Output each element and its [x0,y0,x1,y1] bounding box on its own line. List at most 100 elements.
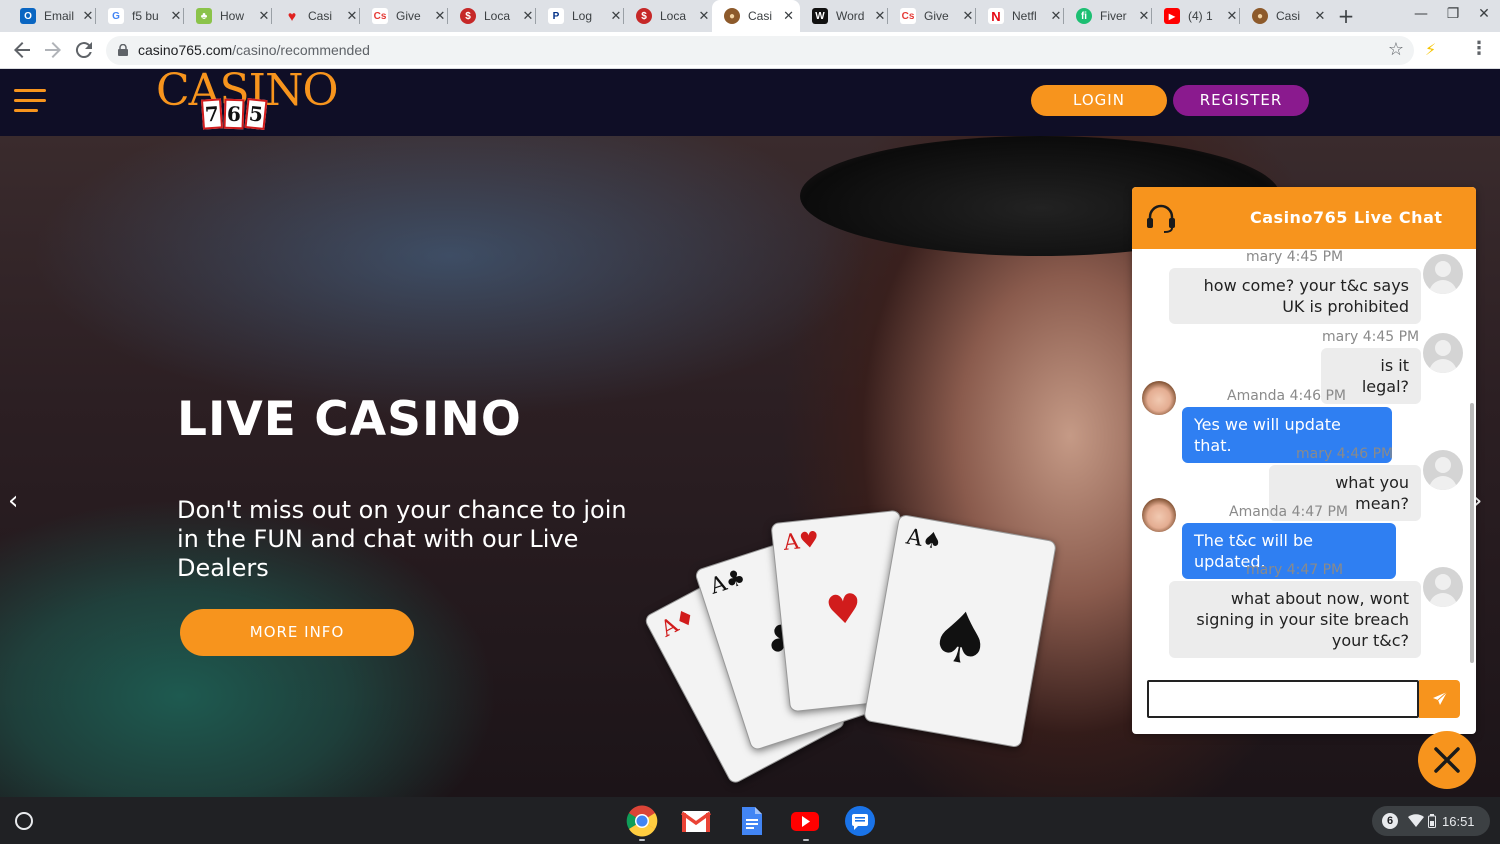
docs-icon[interactable] [735,805,767,837]
message-meta: mary 4:46 PM [1296,446,1394,462]
tab-casi-2[interactable]: ● Casi ✕ [1240,0,1332,32]
close-icon[interactable]: ✕ [698,9,710,24]
user-message: what about now, wont signing in your sit… [1169,581,1421,658]
address-bar[interactable]: casino765.com/casino/recommended ☆ [106,36,1414,65]
more-info-button[interactable]: MORE INFO [180,609,414,656]
close-icon[interactable]: ✕ [962,9,974,24]
logo-digit: 6 [223,98,245,130]
tab-give-2[interactable]: Cs Give ✕ [888,0,980,32]
logo-digits: 7 6 5 [200,98,268,130]
close-icon[interactable]: ✕ [434,9,446,24]
tab-title: How [220,9,245,23]
close-icon[interactable]: ✕ [1050,9,1062,24]
new-tab-button[interactable]: + [1334,4,1358,28]
close-icon[interactable]: ✕ [258,9,270,24]
netflix-icon: N [988,8,1004,24]
tab-youtube[interactable]: ▶ (4) 1 ✕ [1152,0,1244,32]
tab-word[interactable]: W Word ✕ [800,0,892,32]
reload-button[interactable] [72,38,96,62]
message-meta: Amanda 4:46 PM [1227,388,1347,404]
close-icon[interactable]: ✕ [522,9,534,24]
fiverr-icon: fi [1076,8,1092,24]
close-icon[interactable]: ✕ [82,9,94,24]
carousel-prev-icon[interactable]: ‹ [8,486,18,516]
browser-menu-icon[interactable]: ⋮ [1470,38,1488,59]
paypal-icon: P [548,8,564,24]
gmail-icon[interactable] [680,805,712,837]
tab-title: Loca [484,9,511,23]
tab-title: Casi [748,9,773,23]
tab-title: Loca [660,9,687,23]
site-header: CASINO 7 6 5 LOGIN REGISTER [0,69,1500,136]
message-meta: mary 4:45 PM [1246,249,1344,265]
tab-casi-active[interactable]: ● Casi ✕ [712,0,800,32]
tab-title: (4) 1 [1188,9,1213,23]
youtube-icon[interactable] [789,805,821,837]
casino765-icon: ● [724,8,740,24]
login-button[interactable]: LOGIN [1031,85,1167,116]
chat-scrollbar[interactable] [1470,403,1474,663]
close-icon[interactable]: ✕ [346,9,358,24]
browser-toolbar: casino765.com/casino/recommended ☆ [0,32,1500,69]
heart-icon: ♥ [287,8,297,24]
user-avatar [1423,333,1463,373]
site-logo[interactable]: CASINO 7 6 5 [156,69,339,135]
back-button[interactable] [10,38,34,62]
forward-button[interactable] [41,38,65,62]
wifi-icon [1408,814,1424,827]
tab-title: Give [396,9,421,23]
extension-icon[interactable]: ⚡ [1425,40,1436,59]
forward-arrow-icon [45,42,61,58]
app-running-dot [639,839,645,841]
tab-casi-1[interactable]: ♥ Casi ✕ [272,0,364,32]
lock-icon [118,44,128,56]
tab-email[interactable]: O Email ✕ [8,0,100,32]
tab-netflix[interactable]: N Netfl ✕ [976,0,1068,32]
tab-strip: O Email ✕ G f5 bu ✕ ♣ How ✕ ♥ Casi ✕ Cs … [0,0,1500,32]
clock-time: 16:51 [1442,813,1475,829]
chrome-icon[interactable] [626,805,658,837]
launcher-icon[interactable] [15,812,33,830]
status-tray[interactable]: 6 16:51 [1372,806,1490,836]
close-icon[interactable]: ✕ [170,9,182,24]
app-running-dot [803,839,809,841]
close-icon[interactable]: ✕ [610,9,622,24]
chat-title: Casino765 Live Chat [1250,208,1443,227]
close-icon[interactable]: ✕ [1314,9,1326,24]
tab-title: Netfl [1012,9,1037,23]
tab-title: Fiver [1100,9,1127,23]
tab-give-1[interactable]: Cs Give ✕ [360,0,452,32]
tab-title: Casi [1276,9,1301,23]
tab-loca-1[interactable]: $ Loca ✕ [448,0,540,32]
tab-loca-2[interactable]: $ Loca ✕ [624,0,716,32]
tab-title: Casi [308,9,333,23]
tab-title: Give [924,9,949,23]
hamburger-menu-icon[interactable] [14,89,46,113]
chat-message-input[interactable] [1147,680,1419,718]
logo-digit: 7 [200,98,224,130]
close-icon[interactable]: ✕ [874,9,886,24]
chat-close-button[interactable] [1418,731,1476,789]
tab-f5[interactable]: G f5 bu ✕ [96,0,188,32]
playing-card: A♠ ♠ [862,513,1058,749]
agent-avatar [1142,381,1176,415]
tab-title: Email [44,9,74,23]
close-icon[interactable]: ✕ [1138,9,1150,24]
reload-icon [75,42,92,59]
close-icon[interactable]: ✕ [783,9,794,24]
user-message: how come? your t&c says UK is prohibited [1169,268,1421,324]
restore-button[interactable]: ❐ [1443,6,1463,22]
close-icon[interactable]: ✕ [1226,9,1238,24]
send-button[interactable] [1419,680,1460,718]
minimize-button[interactable]: — [1411,6,1431,22]
messages-icon[interactable] [844,805,876,837]
notification-badge: 6 [1382,813,1398,829]
tab-fiverr[interactable]: fi Fiver ✕ [1064,0,1156,32]
close-window-button[interactable]: ✕ [1474,6,1494,22]
bookmark-star-icon[interactable]: ☆ [1388,39,1404,60]
tab-how[interactable]: ♣ How ✕ [184,0,276,32]
close-icon [1434,747,1460,773]
message-meta: mary 4:45 PM [1322,329,1420,345]
tab-log[interactable]: P Log ✕ [536,0,628,32]
register-button[interactable]: REGISTER [1173,85,1309,116]
